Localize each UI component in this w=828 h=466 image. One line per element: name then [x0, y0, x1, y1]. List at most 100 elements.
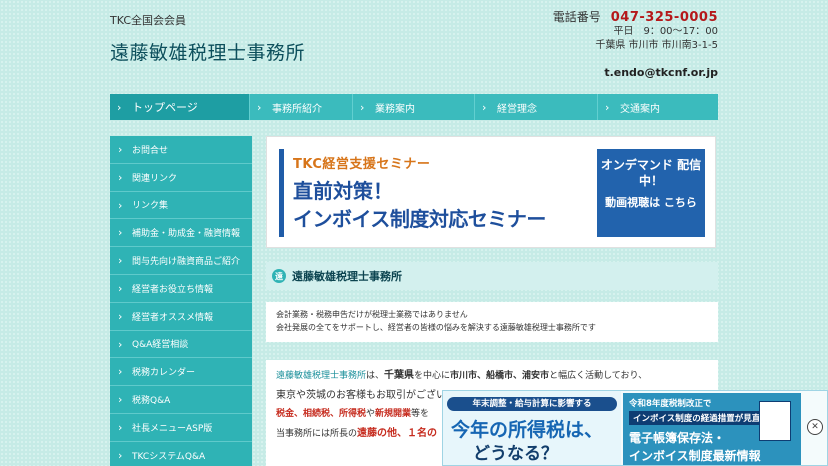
chevron-right-icon: › — [482, 101, 487, 114]
banner-heading: 直前対策！ — [293, 179, 393, 203]
sidebar-item-subsidies[interactable]: › 補助金・助成金・融資情報 — [110, 219, 252, 248]
chevron-right-icon: › — [118, 448, 123, 462]
sidebar-item-tax-calendar[interactable]: › 税務カレンダー — [110, 358, 252, 387]
text: と幅広く活動しており、 — [549, 371, 648, 381]
text: 市川市、船橋市、浦安市 — [450, 371, 550, 381]
office-icon: 遠 — [272, 269, 286, 283]
bottom-ad-banner[interactable]: 年末調整・給与計算に影響する 今年の所得税は、 どうなる？ 令和8年度税制改正で… — [442, 390, 828, 466]
email-link[interactable]: t.endo@tkcnf.or.jp — [604, 66, 718, 79]
nav-label: 業務案内 — [375, 103, 415, 115]
chevron-right-icon: › — [118, 393, 123, 407]
seminar-banner[interactable]: TKC経営支援セミナー 直前対策！ インボイス制度対応セミナー オンデマンド 配… — [266, 136, 716, 248]
global-nav: › トップページ › 事務所紹介 › 業務案内 › 経営理念 › 交通案内 — [110, 94, 718, 120]
body-line: 遠藤敏雄税理士事務所は、千葉県を中心に市川市、船橋市、浦安市と幅広く活動しており… — [276, 366, 708, 386]
ad-ebook-label: 電子帳簿保存法・ — [629, 431, 726, 445]
text: 遠藤の他、１名の — [357, 428, 438, 439]
chevron-right-icon: › — [118, 143, 123, 156]
section-title: 遠藤敏雄税理士事務所 — [292, 270, 402, 283]
sidebar-item-label: 税務Q&A — [132, 396, 171, 407]
nav-item-access[interactable]: › 交通案内 — [598, 94, 718, 120]
sidebar-item-label: 補助金・助成金・融資情報 — [132, 229, 241, 240]
intro-line: 会社発展の全てをサポートし、経営者の皆様の悩みを解決する遠藤敏雄税理士事務所です — [276, 323, 596, 332]
text: 税金、相続税、所得税 — [276, 409, 367, 419]
member-label: TKC全国会会員 — [110, 14, 187, 27]
tel-label: 電話番号 — [552, 10, 601, 24]
sidebar-item-label: 社長メニューASP版 — [132, 423, 213, 434]
banner-accent-bar — [279, 149, 284, 237]
nav-label: 交通案内 — [620, 103, 660, 115]
sidebar-item-label: TKCシステムQ&A — [132, 451, 206, 462]
ad-income-tax[interactable]: 年末調整・給与計算に影響する 今年の所得税は、 どうなる？ — [443, 391, 621, 465]
intro-box: 会計業務・税務申告だけが税理士業務ではありません 会社発展の全てをサポートし、経… — [266, 302, 718, 342]
text: 等を — [411, 409, 430, 419]
nav-item-services[interactable]: › 業務案内 — [353, 94, 475, 120]
ad-tax-reform-label: 令和8年度税制改正で — [629, 399, 712, 409]
ad-invoice[interactable]: 令和8年度税制改正で インボイス制度の経過措置が見直し 電子帳簿保存法・ インボ… — [623, 393, 801, 465]
nav-item-philosophy[interactable]: › 経営理念 — [475, 94, 598, 120]
sidebar-item-tkc-system-qa[interactable]: › TKCシステムQ&A — [110, 442, 252, 466]
intro-line: 会計業務・税務申告だけが税理士業務ではありません — [276, 310, 468, 319]
sidebar-item-recommended[interactable]: › 経営者オススメ情報 — [110, 303, 252, 331]
sidebar-item-useful-info[interactable]: › 経営者お役立ち情報 — [110, 275, 252, 303]
sidebar-item-links[interactable]: › リンク集 — [110, 192, 252, 220]
chevron-right-icon: › — [118, 337, 123, 351]
sidebar-item-president-menu[interactable]: › 社長メニューASP版 — [110, 414, 252, 442]
chevron-right-icon: › — [605, 101, 610, 114]
chevron-right-icon: › — [118, 170, 123, 184]
nav-label: 経営理念 — [497, 103, 537, 115]
text: は、 — [366, 371, 385, 381]
sidebar-item-label: リンク集 — [132, 201, 169, 212]
section-heading: 遠 遠藤敏雄税理士事務所 — [266, 262, 718, 290]
nav-label: 事務所紹介 — [272, 103, 322, 115]
chevron-right-icon: › — [257, 101, 262, 114]
document-icon — [759, 401, 791, 441]
sidebar-item-label: 税務カレンダー — [132, 368, 196, 379]
text: 当事務所には所長の — [276, 429, 358, 439]
sidebar-item-label: 経営者オススメ情報 — [132, 312, 214, 323]
chevron-right-icon: › — [118, 281, 123, 295]
sidebar-item-label: Q&A経営相談 — [132, 340, 189, 351]
sidebar-item-label: 経営者お役立ち情報 — [132, 284, 214, 295]
ad-invoice-tag: インボイス制度の経過措置が見直し — [629, 411, 773, 425]
sidebar-item-label: 関連リンク — [132, 173, 178, 184]
office-name: 遠藤敏雄税理士事務所 — [276, 371, 367, 381]
text: 新規開業 — [375, 409, 412, 419]
sidebar: › お問合せ › 関連リンク › リンク集 › 補助金・助成金・融資情報 › 間与先向け融… — [110, 136, 252, 466]
sidebar-item-loan-products[interactable]: › 間与先向け融資商品ご紹介 — [110, 247, 252, 275]
address: 千葉県 市川市 市川南3-1-5 — [595, 40, 718, 51]
chevron-right-icon: › — [118, 254, 123, 268]
ad-invoice-label: インボイス制度最新情報 — [629, 449, 761, 463]
text: 千葉県 — [384, 370, 415, 381]
text: や — [366, 409, 376, 419]
sidebar-item-contact[interactable]: › お問合せ — [110, 136, 252, 164]
on-demand-label: オンデマンド 配信中！ — [600, 158, 702, 188]
nav-item-office[interactable]: › 事務所紹介 — [250, 94, 353, 120]
banner-heading-2: インボイス制度対応セミナー — [293, 207, 546, 231]
sidebar-item-label: お問合せ — [132, 145, 169, 156]
close-icon[interactable]: ✕ — [807, 419, 823, 435]
chevron-right-icon: › — [118, 420, 123, 434]
ad-subheadline: どうなる？ — [473, 444, 558, 464]
chevron-right-icon: › — [118, 365, 123, 379]
office-hours: 平日 9：00〜17：00 — [613, 26, 718, 37]
ad-pill-label: 年末調整・給与計算に影響する — [447, 397, 617, 411]
on-demand-box[interactable]: オンデマンド 配信中！ 動画視聴は こちら — [597, 149, 705, 237]
sidebar-item-qa-consult[interactable]: › Q&A経営相談 — [110, 331, 252, 359]
nav-item-top[interactable]: › トップページ — [110, 94, 250, 120]
sidebar-item-label: 間与先向け融資商品ご紹介 — [132, 257, 241, 268]
nav-label: トップページ — [132, 101, 198, 114]
sidebar-item-related-links[interactable]: › 関連リンク — [110, 164, 252, 192]
banner-subtitle: TKC経営支援セミナー — [293, 157, 431, 172]
chevron-right-icon: › — [360, 101, 365, 114]
chevron-right-icon: › — [118, 309, 123, 323]
chevron-right-icon: › — [117, 101, 122, 114]
ad-headline: 今年の所得税は、 — [451, 419, 604, 441]
sidebar-item-tax-qa[interactable]: › 税務Q&A — [110, 386, 252, 414]
chevron-right-icon: › — [118, 198, 123, 212]
tel-number[interactable]: 047-325-0005 — [611, 10, 718, 25]
contact-info: 電話番号 047-325-0005 平日 9：00〜17：00 千葉県 市川市 市… — [553, 10, 718, 53]
watch-video-label: 動画視聴は こちら — [605, 196, 697, 209]
text: を中心に — [414, 371, 451, 381]
chevron-right-icon: › — [118, 226, 123, 240]
site-title[interactable]: 遠藤敏雄税理士事務所 — [110, 38, 305, 65]
